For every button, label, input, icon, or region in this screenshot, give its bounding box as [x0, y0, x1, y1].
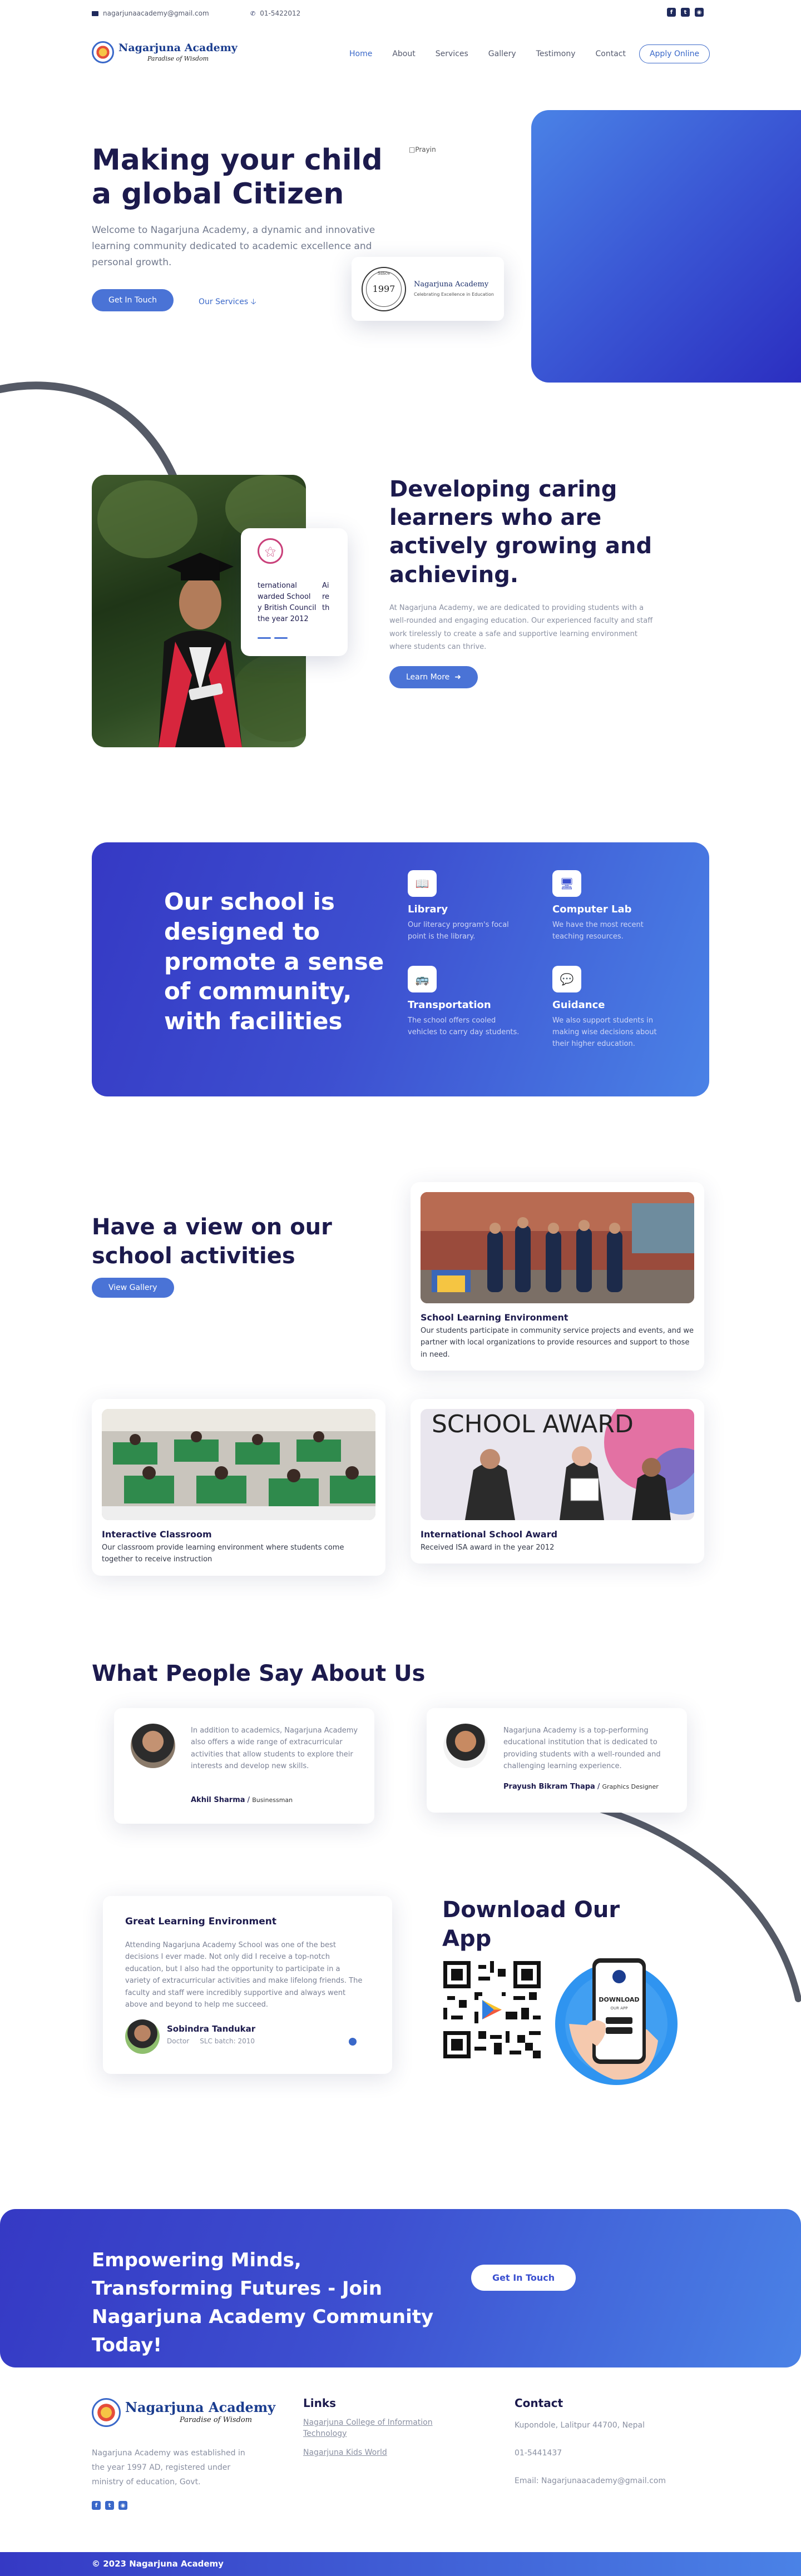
gallery-card-learning-environment[interactable]: School Learning Environment Our students…	[411, 1182, 704, 1371]
award-icon: ⚝	[258, 538, 283, 564]
hero-gradient-panel	[531, 110, 801, 383]
svg-text:SCHOOL AWARD: SCHOOL AWARD	[432, 1410, 634, 1438]
twitter-icon[interactable]: t	[681, 8, 690, 17]
bus-icon: 🚌	[408, 966, 437, 992]
brand-tagline: Paradise of Wisdom	[147, 54, 209, 62]
classroom-photo	[102, 1409, 375, 1520]
facilities-title: Our school is designed to promote a sens…	[164, 888, 384, 1035]
guidance-icon: 💬	[552, 966, 581, 992]
nav-services[interactable]: Services	[436, 49, 468, 58]
twitter-icon[interactable]: t	[105, 2501, 114, 2510]
footer-link-kids-world[interactable]: Nagarjuna Kids World	[303, 2448, 387, 2459]
nav-contact[interactable]: Contact	[596, 49, 626, 58]
footer-logo[interactable]: Nagarjuna Academy Paradise of Wisdom	[92, 2398, 275, 2427]
footer-email[interactable]: Email: Nagarjunaacademy@gmail.com	[515, 2474, 666, 2489]
topbar-email[interactable]: nagarjunaacademy@gmail.com	[92, 9, 209, 17]
learn-more-button[interactable]: Learn More ➜	[389, 666, 478, 688]
facility-computer-lab: 🖥 Computer Lab We have the most recent t…	[552, 870, 669, 943]
footer-about: Nagarjuna Academy was established in the…	[92, 2449, 245, 2486]
svg-text:DOWNLOAD: DOWNLOAD	[599, 1996, 639, 2003]
download-app-title: Download Our App	[442, 1897, 620, 1952]
copyright-bar: © 2023 Nagarjuna Academy	[0, 2552, 801, 2576]
brand-name: Nagarjuna Academy	[118, 41, 238, 54]
instagram-icon[interactable]: ◉	[118, 2501, 127, 2510]
gallery-card-school-award[interactable]: SCHOOL AWARD International School Award …	[411, 1399, 704, 1564]
avatar	[125, 2019, 160, 2054]
about-title: Developing caring learners who are activ…	[389, 477, 652, 588]
school-seal-icon	[92, 2398, 121, 2427]
footer-links-title: Links	[303, 2396, 337, 2410]
hero-title: Making your child a global Citizen	[92, 143, 383, 211]
testimonial-card-featured: Great Learning Environment Attending Nag…	[103, 1896, 392, 2074]
phone-icon: ✆	[250, 9, 256, 17]
our-services-link[interactable]: Our Services 🡣	[199, 296, 256, 309]
mail-icon	[92, 11, 98, 16]
cta-text: Empowering Minds, Transforming Futures -…	[92, 2249, 434, 2356]
since-seal-icon: Since 1997	[362, 266, 406, 311]
footer-link-college[interactable]: Nagarjuna College of Information Technol…	[303, 2418, 453, 2439]
book-icon: 📖	[408, 870, 437, 897]
nav-home[interactable]: Home	[349, 49, 372, 58]
arrow-down-icon: 🡣	[250, 297, 256, 306]
avatar	[443, 1724, 488, 1768]
instagram-icon[interactable]: ◉	[695, 8, 704, 17]
about-text: At Nagarjuna Academy, we are dedicated t…	[389, 604, 653, 652]
monitor-icon: 🖥	[552, 870, 581, 897]
facebook-icon[interactable]: f	[92, 2501, 101, 2510]
facility-transportation: 🚌 Transportation The school offers coole…	[408, 966, 525, 1039]
gallery-title: Have a view on our school activities	[92, 1214, 332, 1269]
qr-code[interactable]	[443, 1961, 541, 2058]
testimonial-card: In addition to academics, Nagarjuna Acad…	[114, 1708, 374, 1824]
carousel-dot[interactable]	[349, 2038, 357, 2046]
phone-app-illustration: DOWNLOAD OUR APP	[552, 1946, 680, 2085]
topbar-phone[interactable]: ✆ 01-5422012	[250, 9, 300, 17]
main-navigation: Nagarjuna Academy Paradise of Wisdom Hom…	[0, 33, 801, 75]
facility-guidance: 💬 Guidance We also support students in m…	[552, 966, 669, 1050]
students-photo	[421, 1192, 694, 1303]
apply-online-button[interactable]: Apply Online	[639, 44, 710, 63]
nav-gallery[interactable]: Gallery	[488, 49, 516, 58]
facebook-icon[interactable]: f	[667, 8, 676, 17]
facility-library: 📖 Library Our literacy program's focal p…	[408, 870, 525, 943]
school-seal-icon	[92, 41, 114, 63]
topbar-social: f t ◉	[667, 8, 704, 17]
copyright-text: © 2023 Nagarjuna Academy	[92, 2559, 224, 2569]
svg-text:OUR APP: OUR APP	[611, 2006, 628, 2011]
award-float-card: ⚝ ternational warded School y British Co…	[241, 528, 348, 656]
gallery-card-interactive-classroom[interactable]: Interactive Classroom Our classroom prov…	[92, 1399, 385, 1576]
view-gallery-button[interactable]: View Gallery	[92, 1278, 174, 1298]
get-in-touch-button[interactable]: Get In Touch	[92, 289, 174, 311]
award-photo: SCHOOL AWARD	[421, 1409, 694, 1520]
cta-get-in-touch-button[interactable]: Get In Touch	[471, 2265, 576, 2291]
nav-testimony[interactable]: Testimony	[536, 49, 576, 58]
top-contact-bar: nagarjunaacademy@gmail.com ✆ 01-5422012 …	[0, 0, 801, 29]
avatar	[131, 1724, 175, 1768]
testimonials-title: What People Say About Us	[92, 1661, 426, 1686]
nav-menu: Home About Services Gallery Testimony Co…	[349, 44, 710, 63]
since-seal-card: Since 1997 Nagarjuna Academy Celebrating…	[352, 257, 504, 321]
nav-about[interactable]: About	[392, 49, 415, 58]
footer-address: Kupondole, Lalitpur 44700, Nepal	[515, 2421, 645, 2430]
testimonial-card: Nagarjuna Academy is a top-performing ed…	[427, 1708, 687, 1813]
footer-contact-title: Contact	[515, 2396, 563, 2410]
footer-phone[interactable]: 01-5441437	[515, 2446, 562, 2461]
brand-logo[interactable]: Nagarjuna Academy Paradise of Wisdom	[92, 41, 238, 63]
footer-social: f t ◉	[92, 2501, 127, 2510]
hero-image-broken: □Prayin	[409, 146, 436, 153]
